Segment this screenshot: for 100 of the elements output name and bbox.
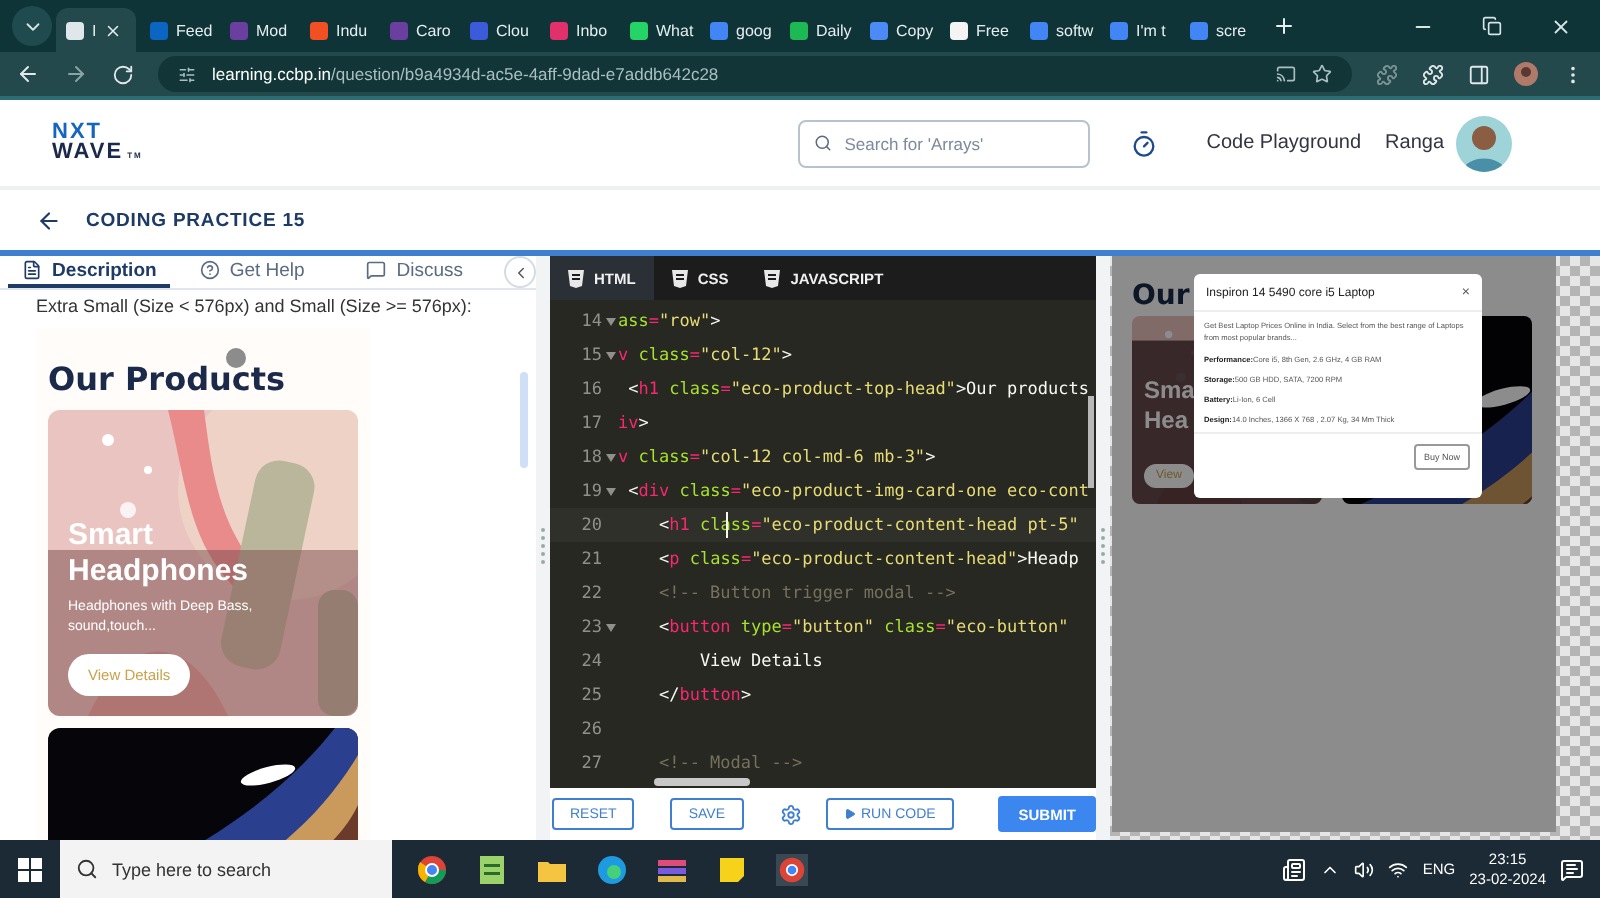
forward-icon[interactable]	[64, 62, 88, 86]
chat-icon	[366, 260, 387, 280]
volume-icon[interactable]	[1354, 859, 1375, 879]
fold-icon[interactable]	[605, 453, 615, 461]
search-field[interactable]: Search for 'Arrays'	[798, 119, 1091, 167]
close-icon[interactable]	[104, 21, 123, 39]
page-title: CODING PRACTICE 15	[86, 209, 306, 231]
scrollbar-thumb[interactable]	[1088, 396, 1094, 488]
panel-tab[interactable]: Get Help	[170, 256, 334, 288]
resize-handle[interactable]	[540, 528, 546, 568]
resize-handle[interactable]	[1100, 528, 1106, 568]
code-line: v class="col-12 col-md-6 mb-3">	[618, 447, 936, 467]
browser-tab[interactable]: Copy	[860, 8, 936, 52]
code-line: ass="row">	[618, 311, 721, 331]
news-icon[interactable]	[1282, 857, 1307, 881]
code-line: View Details	[697, 651, 823, 671]
cast-icon[interactable]	[1276, 64, 1296, 84]
search-icon	[76, 858, 98, 880]
code-editor[interactable]	[550, 300, 1096, 788]
notepad-icon[interactable]	[476, 853, 508, 885]
line-number: 25	[579, 685, 602, 705]
back-icon[interactable]	[16, 62, 40, 86]
section-heading: Our Products	[48, 360, 288, 398]
html-icon	[568, 269, 584, 287]
line-number: 26	[579, 719, 602, 739]
browser-icon[interactable]	[776, 853, 808, 885]
timer-icon[interactable]	[1130, 129, 1159, 157]
code-line: </button>	[656, 685, 752, 705]
windows-start-icon[interactable]	[18, 857, 42, 881]
line-number: 21	[579, 549, 602, 569]
line-number: 14	[579, 311, 602, 331]
browser-tab[interactable]: I	[56, 8, 136, 52]
line-number: 15	[579, 345, 602, 365]
code-line: <button type="button" class="eco-button"	[656, 617, 1069, 637]
code-line: <p class="eco-product-content-head">Headp	[656, 549, 1079, 569]
browser-tab[interactable]: Caro	[380, 8, 456, 52]
close-icon[interactable]	[1550, 15, 1572, 37]
line-number: 18	[579, 447, 602, 467]
code-line: <!-- Button trigger modal -->	[656, 583, 956, 603]
address-bar[interactable]: learning.ccbp.in/question/b9a4934d-ac5e-4aff-9dad-e7addb642c28	[158, 56, 1352, 92]
extensions-icon[interactable]	[1422, 63, 1444, 85]
scrollbar-thumb[interactable]	[654, 778, 750, 786]
extension-icon[interactable]	[1376, 63, 1398, 85]
browser-tab[interactable]: Feed	[140, 8, 216, 52]
browser-tab[interactable]: Mod	[220, 8, 296, 52]
user-avatar[interactable]	[1456, 115, 1512, 171]
document-icon	[22, 260, 43, 280]
fold-icon[interactable]	[605, 317, 615, 325]
taskbar-search-field[interactable]: Type here to search	[60, 840, 392, 898]
line-number: 23	[579, 617, 602, 637]
card-title: Smart Headphones	[68, 518, 251, 590]
description-text: Extra Small (Size < 576px) and Small (Size >= 576px):	[36, 296, 474, 316]
panel-tab[interactable]: Description	[8, 256, 171, 288]
code-playground-link[interactable]: Code Playground	[1206, 132, 1362, 154]
line-number: 22	[579, 583, 602, 603]
site-settings-icon[interactable]	[178, 65, 196, 83]
section-heading: Our	[1132, 280, 1190, 312]
star-icon[interactable]	[1312, 64, 1332, 84]
css-icon	[671, 269, 688, 287]
code-line: <h1 class="eco-product-top-head">Our products	[626, 379, 1089, 399]
line-number: 20	[579, 515, 602, 535]
play-icon	[843, 808, 855, 820]
settings-icon[interactable]	[779, 803, 801, 825]
notifications-icon[interactable]	[1560, 857, 1584, 881]
restore-icon[interactable]	[1482, 15, 1502, 35]
browser-tab[interactable]: softw	[1020, 8, 1096, 52]
url-text: learning.ccbp.in/question/b9a4934d-ac5e-4aff-9dad-e7addb642c28	[212, 64, 719, 84]
browser-tab[interactable]: Indu	[300, 8, 376, 52]
side-panel-icon[interactable]	[1468, 63, 1490, 85]
code-line: <div class="eco-product-img-card-one eco-cont	[626, 481, 1089, 501]
browser-tab[interactable]: Inbo	[540, 8, 616, 52]
browser-icon[interactable]	[416, 853, 448, 885]
new-tab-icon[interactable]	[1272, 14, 1296, 38]
edge-icon[interactable]	[596, 853, 628, 885]
line-number: 16	[579, 379, 602, 399]
wifi-icon[interactable]	[1388, 859, 1409, 879]
card-title: Sma	[1144, 376, 1195, 406]
user-name: Ranga	[1385, 132, 1444, 154]
code-line: iv>	[618, 413, 649, 433]
browser-tab[interactable]: I'm t	[1100, 8, 1176, 52]
fold-icon[interactable]	[605, 351, 615, 359]
line-number: 19	[579, 481, 602, 501]
panel-tab[interactable]: Discuss	[333, 256, 497, 288]
back-icon[interactable]	[36, 207, 62, 233]
reload-icon[interactable]	[112, 63, 134, 85]
browser-tab[interactable]: scre	[1180, 8, 1256, 52]
fold-icon[interactable]	[605, 623, 615, 631]
card-title: Hea	[1144, 406, 1189, 436]
scrollbar-thumb[interactable]	[520, 372, 528, 468]
cursor-dot	[226, 348, 246, 368]
profile-avatar[interactable]	[1514, 62, 1538, 86]
browser-tab[interactable]: What	[620, 8, 696, 52]
tab-list-button[interactable]	[12, 6, 52, 46]
browser-tab[interactable]: Daily	[780, 8, 856, 52]
browser-tab[interactable]: goog	[700, 8, 776, 52]
search-icon	[814, 134, 833, 152]
browser-tab[interactable]: Free	[940, 8, 1016, 52]
fold-icon[interactable]	[605, 487, 615, 495]
sticky-notes-icon[interactable]	[716, 853, 748, 885]
browser-tab[interactable]: Clou	[460, 8, 536, 52]
